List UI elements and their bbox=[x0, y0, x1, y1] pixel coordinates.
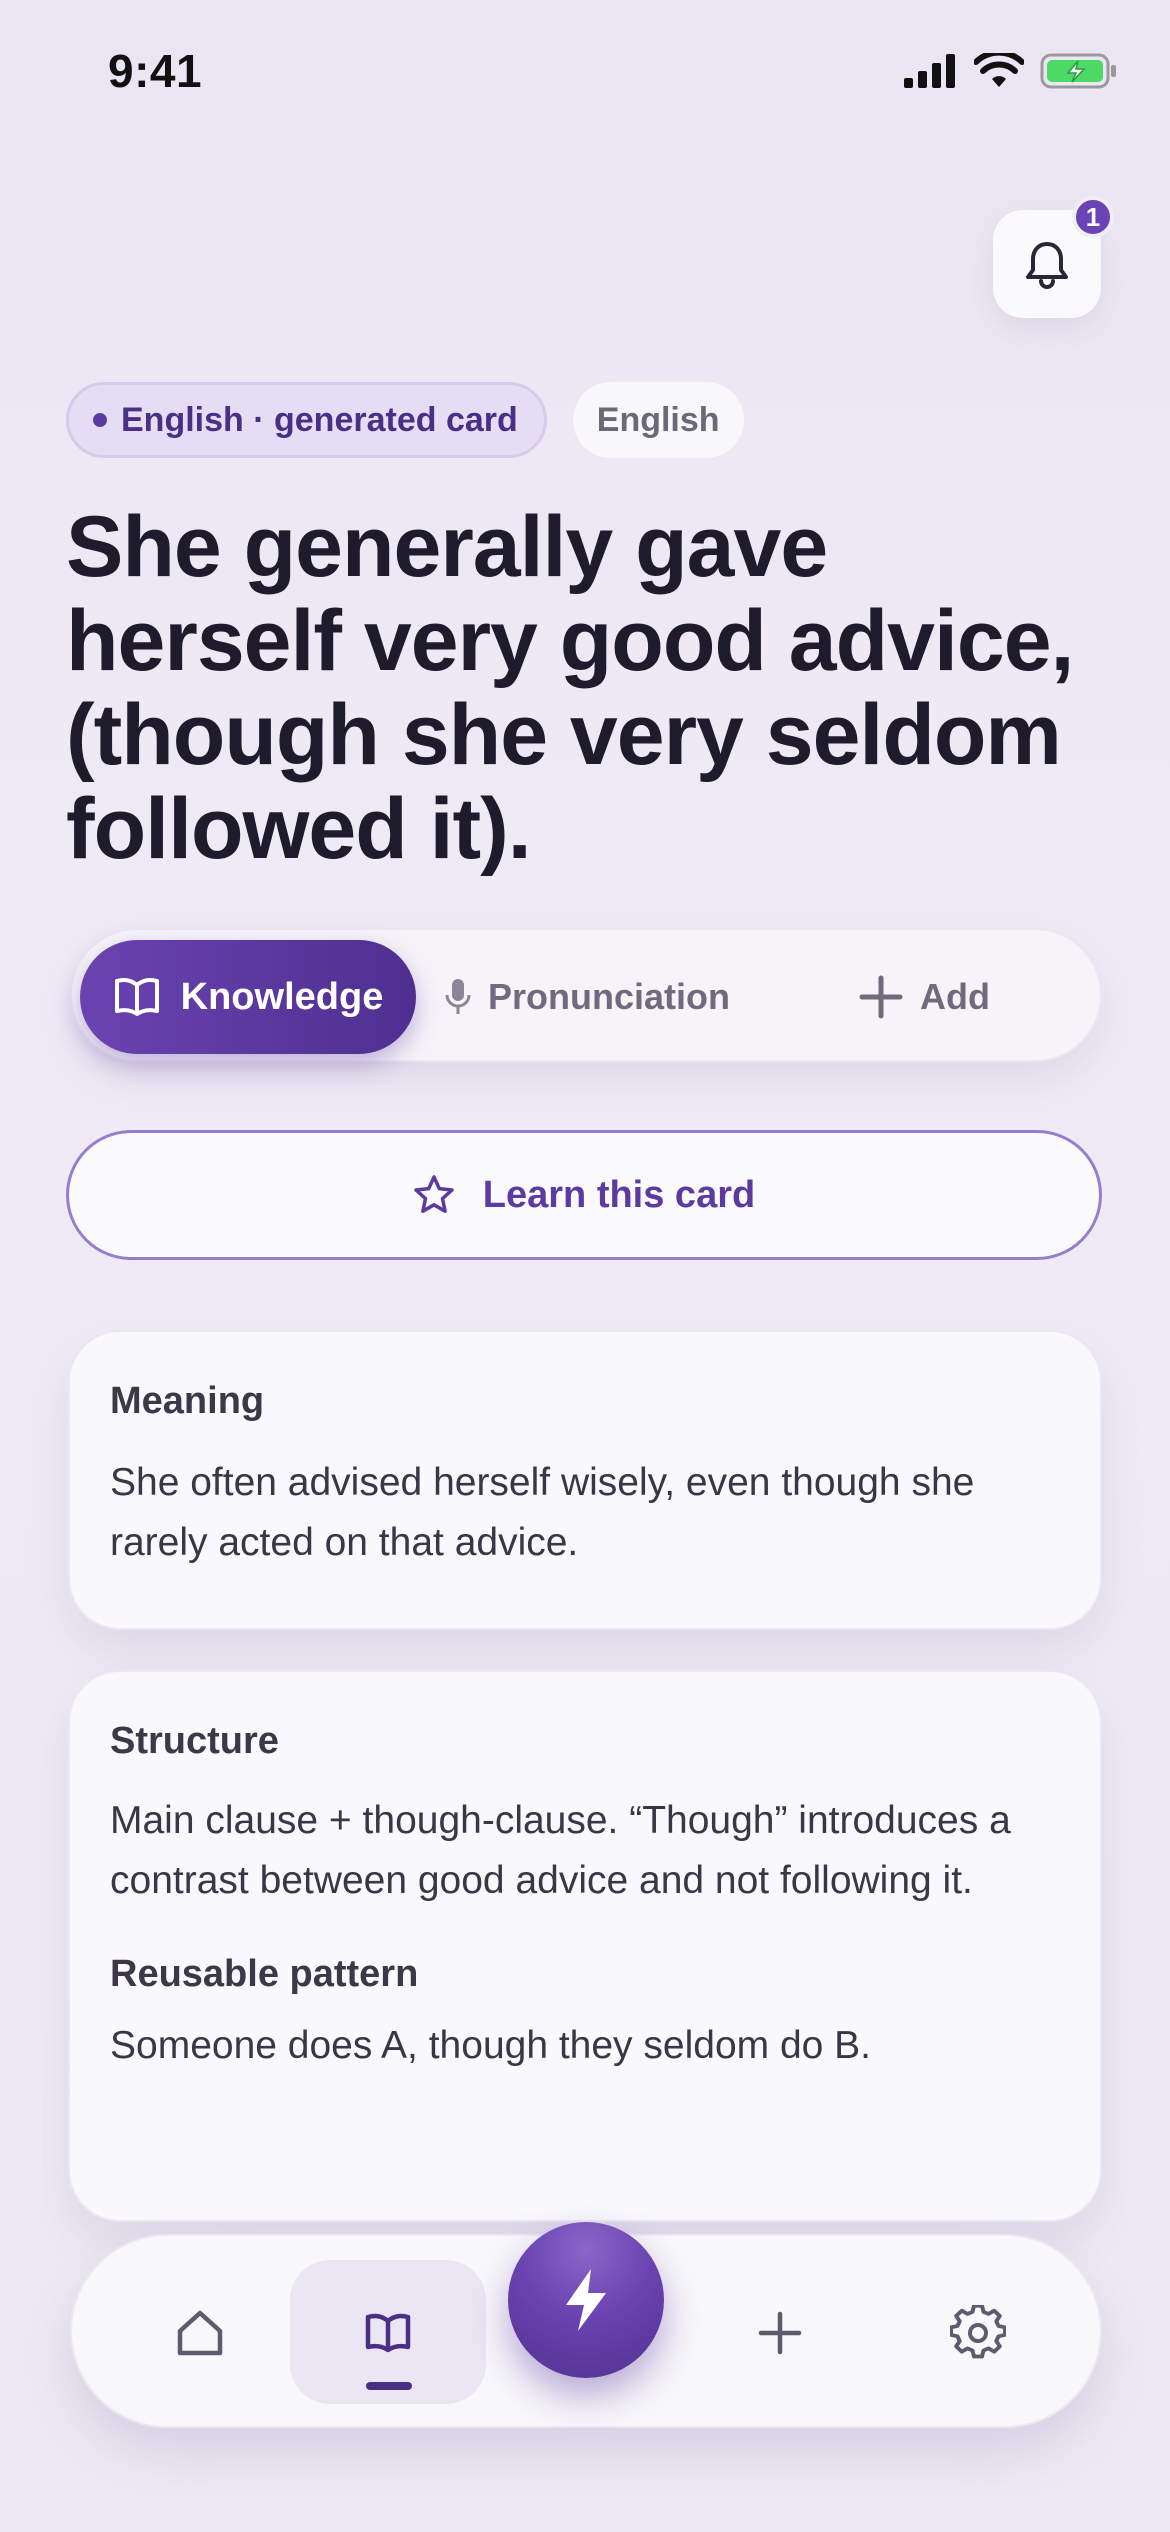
microphone-icon bbox=[445, 979, 471, 1014]
status-time: 9:41 bbox=[108, 45, 203, 97]
learn-card-label: Learn this card bbox=[482, 1173, 756, 1216]
plus-icon bbox=[758, 2311, 802, 2355]
language-chip[interactable]: English bbox=[572, 382, 744, 458]
status-bar: 9:41 bbox=[0, 0, 1170, 150]
wifi-icon bbox=[974, 53, 1024, 87]
chip-secondary-label: English bbox=[596, 400, 720, 439]
tab-add[interactable]: Add bbox=[858, 940, 990, 1054]
card-chips: English · generated card English bbox=[66, 382, 744, 458]
nav-library[interactable] bbox=[290, 2236, 486, 2430]
tab-pronunciation[interactable]: Pronunciation bbox=[444, 940, 730, 1054]
nav-add[interactable] bbox=[692, 2236, 868, 2430]
nav-active-indicator bbox=[366, 2382, 412, 2390]
structure-label: Structure bbox=[110, 1720, 279, 1762]
meaning-label: Meaning bbox=[110, 1380, 265, 1422]
chip-dot bbox=[93, 413, 107, 427]
tab-bar: Knowledge Pronunciation Add bbox=[70, 928, 1102, 1062]
nav-settings[interactable] bbox=[890, 2236, 1066, 2430]
notification-badge: 1 bbox=[1072, 196, 1114, 238]
meaning-text: She often advised herself wisely, even t… bbox=[110, 1461, 975, 1564]
structure-text: Main clause + though-clause. “Though” in… bbox=[110, 1799, 1011, 1902]
battery-charging-icon bbox=[1040, 53, 1116, 89]
tab-knowledge-label: Knowledge bbox=[180, 975, 384, 1018]
pattern-text: Someone does A, though they seldom do B. bbox=[110, 2024, 872, 2067]
structure-card: Structure Main clause + though-clause. “… bbox=[68, 1670, 1102, 2222]
language-source-chip: English · generated card bbox=[66, 382, 547, 458]
lightning-icon bbox=[566, 2269, 606, 2331]
tab-add-label: Add bbox=[920, 976, 990, 1017]
plus-icon bbox=[859, 975, 903, 1019]
tab-knowledge[interactable]: Knowledge bbox=[80, 940, 416, 1054]
bell-icon bbox=[1026, 242, 1068, 289]
status-icons bbox=[904, 52, 1118, 90]
pattern-label: Reusable pattern bbox=[110, 1953, 419, 1995]
chip-primary-label: English · generated card bbox=[121, 400, 518, 439]
star-icon bbox=[414, 1175, 454, 1213]
learn-card-button[interactable]: Learn this card bbox=[66, 1130, 1102, 1260]
gear-icon bbox=[950, 2305, 1006, 2359]
nav-home[interactable] bbox=[112, 2236, 288, 2430]
meaning-card: Meaning She often advised herself wisely… bbox=[68, 1330, 1102, 1630]
book-open-icon bbox=[114, 978, 159, 1016]
tab-pronunciation-label: Pronunciation bbox=[488, 976, 730, 1017]
book-open-icon bbox=[365, 2313, 411, 2353]
card-title: She generally gave herself very good adv… bbox=[66, 499, 1074, 877]
signal-icon bbox=[904, 54, 955, 88]
home-icon bbox=[177, 2310, 223, 2356]
quick-study-button[interactable] bbox=[508, 2222, 664, 2378]
